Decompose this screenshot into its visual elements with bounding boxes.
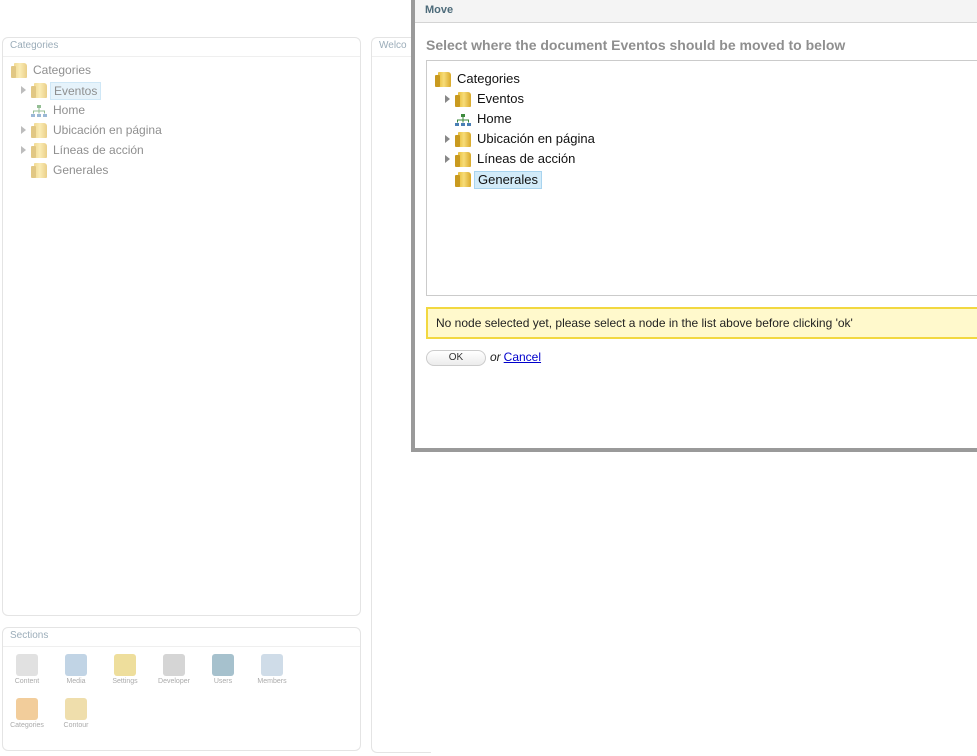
section-content[interactable]: Content	[5, 654, 49, 685]
expand-arrow-icon[interactable]	[445, 135, 450, 143]
folder-icon	[455, 152, 471, 167]
destination-tree-box: Categories Eventos Home Ubicación en página…	[426, 60, 977, 296]
users-icon	[212, 654, 234, 676]
tree-node-label[interactable]: Generales	[474, 171, 542, 189]
folder-icon	[455, 92, 471, 107]
tree-node-label[interactable]: Generales	[53, 160, 108, 180]
tree-node-label[interactable]: Eventos	[477, 89, 524, 109]
section-contour[interactable]: Contour	[54, 698, 98, 729]
section-label: Media	[66, 678, 86, 685]
cancel-link[interactable]: Cancel	[504, 350, 541, 364]
developer-icon	[163, 654, 185, 676]
or-text: or	[490, 350, 501, 365]
sitemap-icon	[455, 113, 471, 126]
tree-node-label[interactable]: Home	[477, 109, 512, 129]
section-label: Settings	[112, 678, 138, 685]
sections-panel-title: Sections	[3, 628, 360, 647]
section-label: Contour	[63, 722, 89, 729]
warning-message: No node selected yet, please select a no…	[426, 307, 977, 339]
content-icon	[16, 654, 38, 676]
tree-node-label[interactable]: Líneas de acción	[53, 140, 144, 160]
folder-icon	[435, 72, 451, 87]
settings-icon	[114, 654, 136, 676]
folder-icon	[31, 143, 47, 158]
tree-node-label[interactable]: Categories	[457, 69, 520, 89]
members-icon	[261, 654, 283, 676]
expand-arrow-icon[interactable]	[21, 126, 26, 134]
folder-icon	[11, 63, 27, 78]
dialog-actions: OK or Cancel	[426, 350, 541, 366]
section-users[interactable]: Users	[201, 654, 245, 685]
dialog-title: Move	[415, 0, 977, 23]
sections-panel: Sections Content Media Settings Developer Us…	[2, 627, 361, 751]
section-label: Content	[14, 678, 40, 685]
tree-node-label[interactable]: Líneas de acción	[477, 149, 575, 169]
section-label: Developer	[158, 678, 190, 685]
sitemap-icon	[31, 104, 47, 117]
expand-arrow-icon[interactable]	[445, 155, 450, 163]
tree-node-label[interactable]: Home	[53, 100, 85, 120]
expand-arrow-icon[interactable]	[21, 86, 26, 94]
move-dialog: Move Select where the document Eventos s…	[411, 0, 977, 452]
tree-node-label[interactable]: Categories	[33, 60, 91, 80]
dialog-instruction: Select where the document Eventos should…	[426, 37, 846, 53]
section-media[interactable]: Media	[54, 654, 98, 685]
expand-arrow-icon[interactable]	[445, 95, 450, 103]
section-label: Members	[257, 678, 287, 685]
media-icon	[65, 654, 87, 676]
ok-button[interactable]: OK	[426, 350, 486, 366]
tree-node-label[interactable]: Ubicación en página	[477, 129, 595, 149]
categories-icon	[16, 698, 38, 720]
section-settings[interactable]: Settings	[103, 654, 147, 685]
tree-node-label[interactable]: Eventos	[50, 82, 102, 100]
folder-icon	[31, 163, 47, 178]
section-categories[interactable]: Categories	[5, 698, 49, 729]
folder-icon	[31, 123, 47, 138]
section-members[interactable]: Members	[250, 654, 294, 685]
folder-icon	[31, 83, 47, 98]
folder-icon	[455, 132, 471, 147]
contour-icon	[65, 698, 87, 720]
categories-panel: Categories Categories Eventos Home Ubicació…	[2, 37, 361, 616]
section-label: Users	[213, 678, 233, 685]
section-label: Categories	[10, 722, 44, 729]
expand-arrow-icon[interactable]	[21, 146, 26, 154]
categories-panel-title: Categories	[3, 38, 360, 57]
folder-icon	[455, 172, 471, 187]
section-developer[interactable]: Developer	[152, 654, 196, 685]
tree-node-label[interactable]: Ubicación en página	[53, 120, 162, 140]
